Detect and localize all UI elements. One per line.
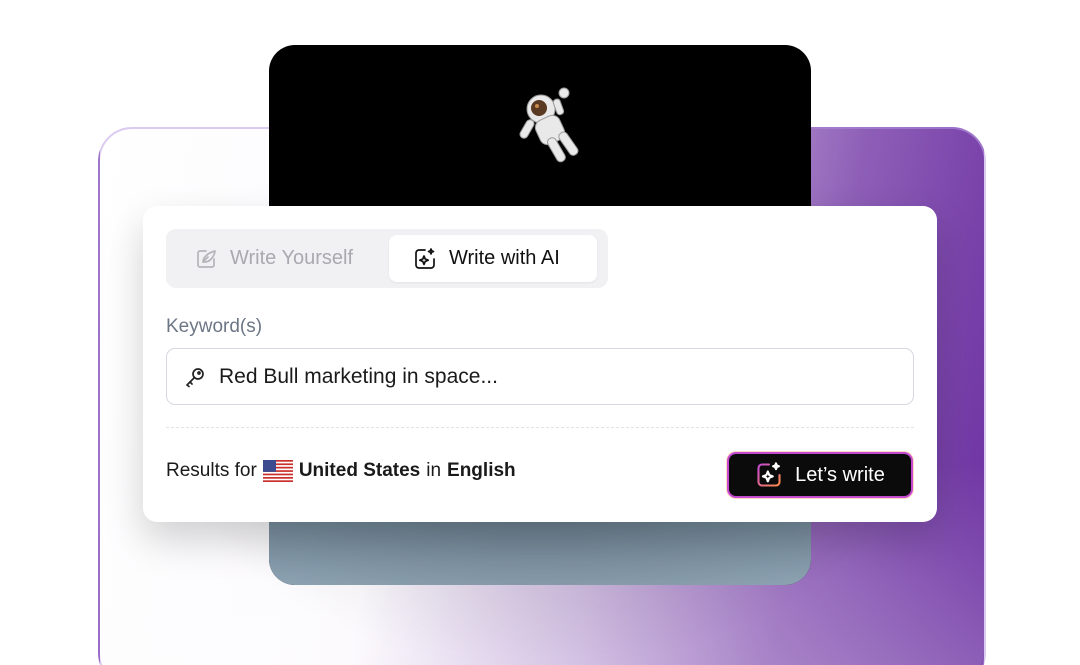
lets-write-label: Let’s write: [795, 463, 885, 486]
lets-write-button[interactable]: Let’s write: [727, 452, 913, 498]
key-icon: [186, 367, 204, 387]
keyword-input-field[interactable]: [166, 348, 914, 405]
tab-write-yourself-label: Write Yourself: [230, 247, 354, 269]
results-prefix: Results for: [166, 460, 257, 481]
keyword-form-card: Write Yourself Write with AI Keyword(s) …: [143, 206, 937, 522]
us-flag-icon: [262, 460, 293, 482]
results-locale: Results for United States in English: [166, 460, 516, 482]
results-language[interactable]: English: [447, 460, 516, 482]
sparkle-icon: [757, 462, 781, 487]
pen-icon: [197, 249, 216, 268]
astronaut-image: [519, 87, 579, 163]
sparkle-icon: [415, 247, 435, 269]
write-mode-tabs: Write Yourself Write with AI: [166, 229, 608, 288]
keyword-label: Keyword(s): [166, 316, 263, 337]
keyword-input[interactable]: [219, 364, 859, 389]
divider: [166, 427, 914, 428]
results-country[interactable]: United States: [299, 460, 420, 482]
tab-write-yourself[interactable]: Write Yourself: [194, 235, 353, 282]
tab-write-with-ai-label: Write with AI: [449, 247, 560, 269]
results-connector: in: [426, 460, 442, 481]
tab-write-with-ai[interactable]: Write with AI: [389, 235, 597, 282]
